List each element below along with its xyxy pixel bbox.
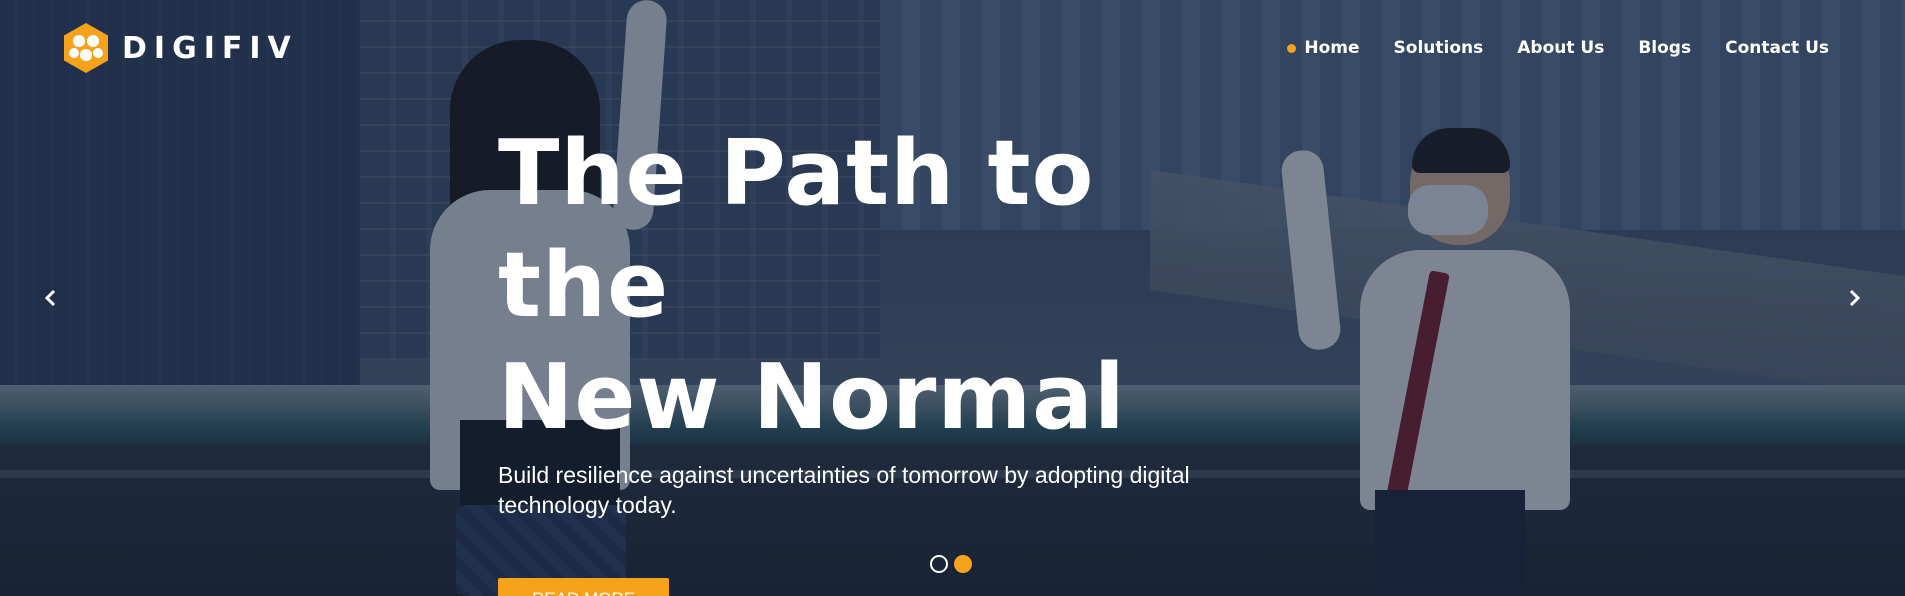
hero-subtitle: Build resilience against uncertainties o… <box>498 462 1190 518</box>
nav-item-label: Home <box>1304 38 1360 58</box>
brand-logo[interactable]: DIGIFIV <box>62 22 298 74</box>
nav-item-label: Solutions <box>1393 38 1484 58</box>
nav-item-home[interactable]: Home <box>1287 38 1360 58</box>
chevron-right-icon <box>1849 289 1861 307</box>
read-more-button[interactable]: READ MORE <box>498 578 669 596</box>
slide-dot-2-active[interactable] <box>954 555 972 573</box>
hero-slider: DIGIFIV Home Solutions About Us Blogs Co… <box>0 0 1905 596</box>
headline-line-2: New Normal <box>498 345 1126 450</box>
hero-headline: The Path to the New Normal <box>498 118 1258 454</box>
main-nav: Home Solutions About Us Blogs Contact Us <box>1287 38 1829 58</box>
chevron-left-icon <box>44 289 56 307</box>
headline-line-1: The Path to the <box>498 121 1095 338</box>
slider-pagination <box>930 555 972 573</box>
nav-item-label: Contact Us <box>1725 38 1829 58</box>
nav-item-solutions[interactable]: Solutions <box>1394 38 1484 58</box>
nav-item-contact-us[interactable]: Contact Us <box>1725 38 1829 58</box>
nav-item-about-us[interactable]: About Us <box>1517 38 1604 58</box>
nav-item-blogs[interactable]: Blogs <box>1638 38 1691 58</box>
hero-content: The Path to the New Normal Build resilie… <box>498 118 1258 596</box>
nav-item-label: Blogs <box>1638 38 1692 58</box>
slider-next-button[interactable] <box>1841 283 1869 313</box>
slide-dot-1[interactable] <box>930 555 948 573</box>
hexagon-cluster-icon <box>64 23 108 73</box>
active-indicator-dot <box>1287 43 1297 53</box>
nav-item-label: About Us <box>1517 38 1605 58</box>
slider-prev-button[interactable] <box>36 283 64 313</box>
brand-name: DIGIFIV <box>122 30 298 66</box>
